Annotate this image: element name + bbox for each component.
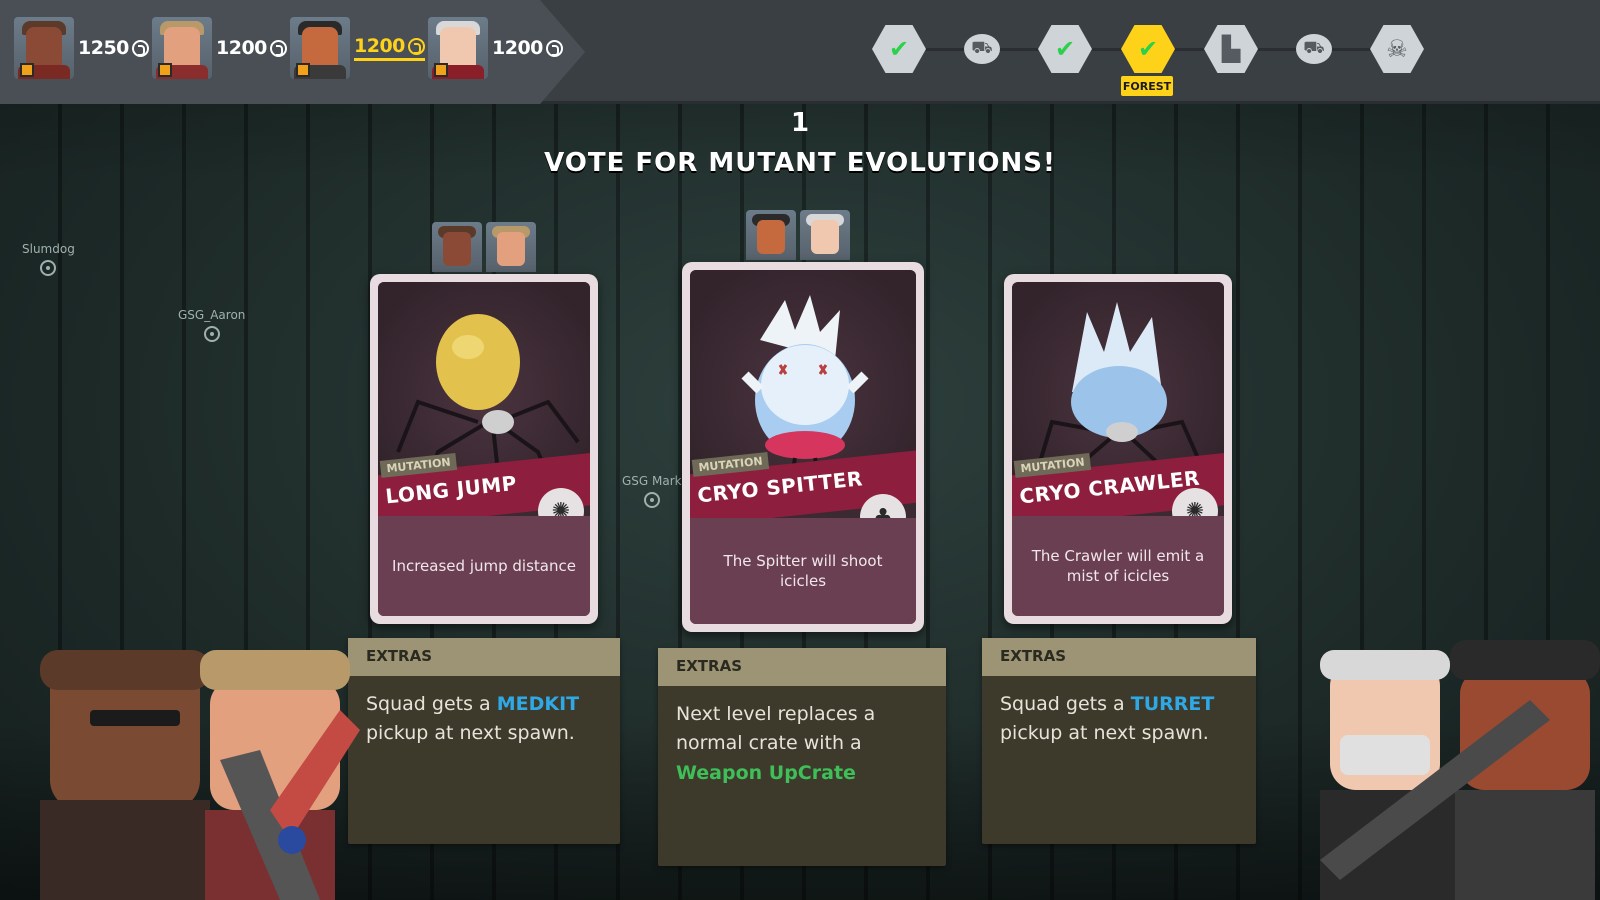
voter-avatar xyxy=(746,210,796,260)
player-credits: 1200 xyxy=(492,37,563,59)
crosshair-icon xyxy=(40,260,57,276)
cursor-name: GSG Mark xyxy=(622,474,682,488)
progress-node-5: ▙ xyxy=(1204,24,1258,74)
player-credits: 1200 xyxy=(354,35,425,61)
progress-node-3: ✔ xyxy=(1038,24,1092,74)
page-title: VOTE FOR MUTANT EVOLUTIONS! xyxy=(544,148,1056,178)
mutation-card-cryo-spitter[interactable]: MUTATION CRYO SPITTER ♣ The Spitter will… xyxy=(682,262,924,632)
player-marker xyxy=(158,63,172,77)
factory-icon: ▙ xyxy=(1221,35,1241,63)
extras-keyword: TURRET xyxy=(1130,693,1215,715)
card-1-voters xyxy=(432,222,536,272)
player-marker xyxy=(434,63,448,77)
player-1: 1250 xyxy=(14,16,149,80)
extras-panel-3: EXTRAS Squad gets a TURRET pickup at nex… xyxy=(982,638,1256,844)
avatar xyxy=(14,17,74,79)
coin-icon xyxy=(269,39,287,57)
mutation-card-cryo-crawler[interactable]: MUTATION CRYO CRAWLER ✺ The Crawler will… xyxy=(1004,274,1232,624)
player-cursor-gsg-aaron: GSG_Aaron xyxy=(178,308,245,342)
card-description: Increased jump distance xyxy=(378,515,590,616)
mutation-card-long-jump[interactable]: MUTATION LONG JUMP ✺ Increased jump dist… xyxy=(370,274,598,624)
extras-text: Next level replaces a normal crate with … xyxy=(676,703,876,784)
coin-icon xyxy=(407,37,425,55)
top-bar: 1250 1200 1200 1200 ✔ ⛟ ✔ ✔ FOREST ▙ ⛟ ☠ xyxy=(0,0,1600,104)
coin-icon xyxy=(545,39,563,57)
checkmark-icon: ✔ xyxy=(1054,35,1076,63)
vote-timer: 1 xyxy=(790,108,810,138)
crosshair-icon xyxy=(643,492,660,508)
extras-text: Squad gets a MEDKIT pickup at next spawn… xyxy=(366,693,580,745)
cursor-name: GSG_Aaron xyxy=(178,308,246,322)
skull-icon: ☠ xyxy=(1386,35,1408,63)
extras-keyword: MEDKIT xyxy=(496,693,580,715)
voter-avatar xyxy=(486,222,536,272)
cart-icon: ⛟ xyxy=(971,38,993,58)
card-title: LONG JUMP xyxy=(384,470,518,509)
player-cursor-slumdog: Slumdog xyxy=(22,242,75,276)
progress-node-6: ⛟ xyxy=(1287,24,1341,74)
progress-node-2: ⛟ xyxy=(955,24,1009,74)
extras-title: EXTRAS xyxy=(982,638,1256,676)
coin-icon xyxy=(131,39,149,57)
extras-text: Squad gets a TURRET pickup at next spawn… xyxy=(1000,693,1215,745)
checkmark-icon: ✔ xyxy=(888,35,910,63)
player-cursor-gsg-mark: GSG Mark xyxy=(622,474,682,508)
player-marker xyxy=(296,63,310,77)
voter-avatar xyxy=(800,210,850,260)
checkmark-icon: ✔ xyxy=(1137,35,1159,63)
card-description: The Spitter will shoot icicles xyxy=(690,517,916,624)
card-description: The Crawler will emit a mist of icicles xyxy=(1012,515,1224,616)
squad-characters-left xyxy=(40,650,360,900)
avatar xyxy=(428,17,488,79)
crosshair-icon xyxy=(203,326,220,342)
current-level-label: FOREST xyxy=(1121,76,1173,96)
progress-node-7: ☠ xyxy=(1370,24,1424,74)
extras-title: EXTRAS xyxy=(658,648,946,686)
player-3: 1200 xyxy=(290,16,425,80)
player-credits: 1200 xyxy=(216,37,287,59)
extras-keyword: Weapon UpCrate xyxy=(676,761,856,784)
extras-panel-1: EXTRAS Squad gets a MEDKIT pickup at nex… xyxy=(348,638,620,844)
extras-title: EXTRAS xyxy=(348,638,620,676)
voter-avatar xyxy=(432,222,482,272)
progress-node-4-current: ✔ xyxy=(1121,24,1175,74)
player-4: 1200 xyxy=(428,16,563,80)
avatar xyxy=(290,17,350,79)
cart-icon: ⛟ xyxy=(1303,38,1325,58)
progress-node-1: ✔ xyxy=(872,24,926,74)
avatar xyxy=(152,17,212,79)
card-2-voters xyxy=(746,210,850,260)
extras-panel-2: EXTRAS Next level replaces a normal crat… xyxy=(658,648,946,866)
squad-characters-right xyxy=(1320,640,1600,900)
player-credits: 1250 xyxy=(78,37,149,59)
player-2: 1200 xyxy=(152,16,287,80)
cursor-name: Slumdog xyxy=(22,242,75,256)
player-marker xyxy=(20,63,34,77)
